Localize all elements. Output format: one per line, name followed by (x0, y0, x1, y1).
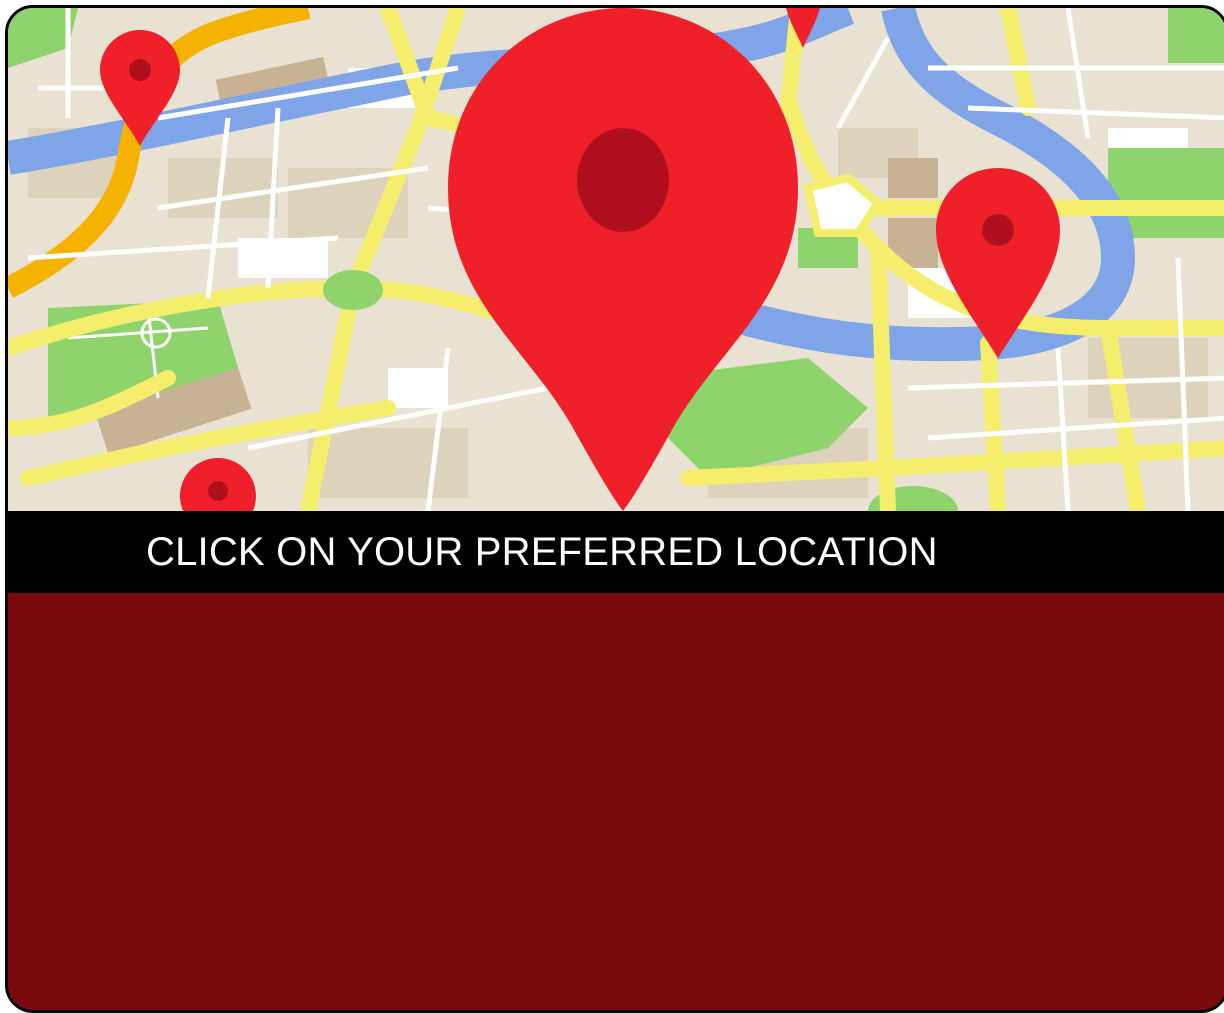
map-illustration (8, 8, 1224, 511)
prompt-banner: CLICK ON YOUR PREFERRED LOCATION (8, 511, 1224, 593)
prompt-text: CLICK ON YOUR PREFERRED LOCATION (146, 530, 938, 574)
location-options-panel (8, 593, 1224, 1010)
map-image[interactable] (8, 8, 1224, 511)
location-picker-card: CLICK ON YOUR PREFERRED LOCATION (5, 5, 1224, 1013)
